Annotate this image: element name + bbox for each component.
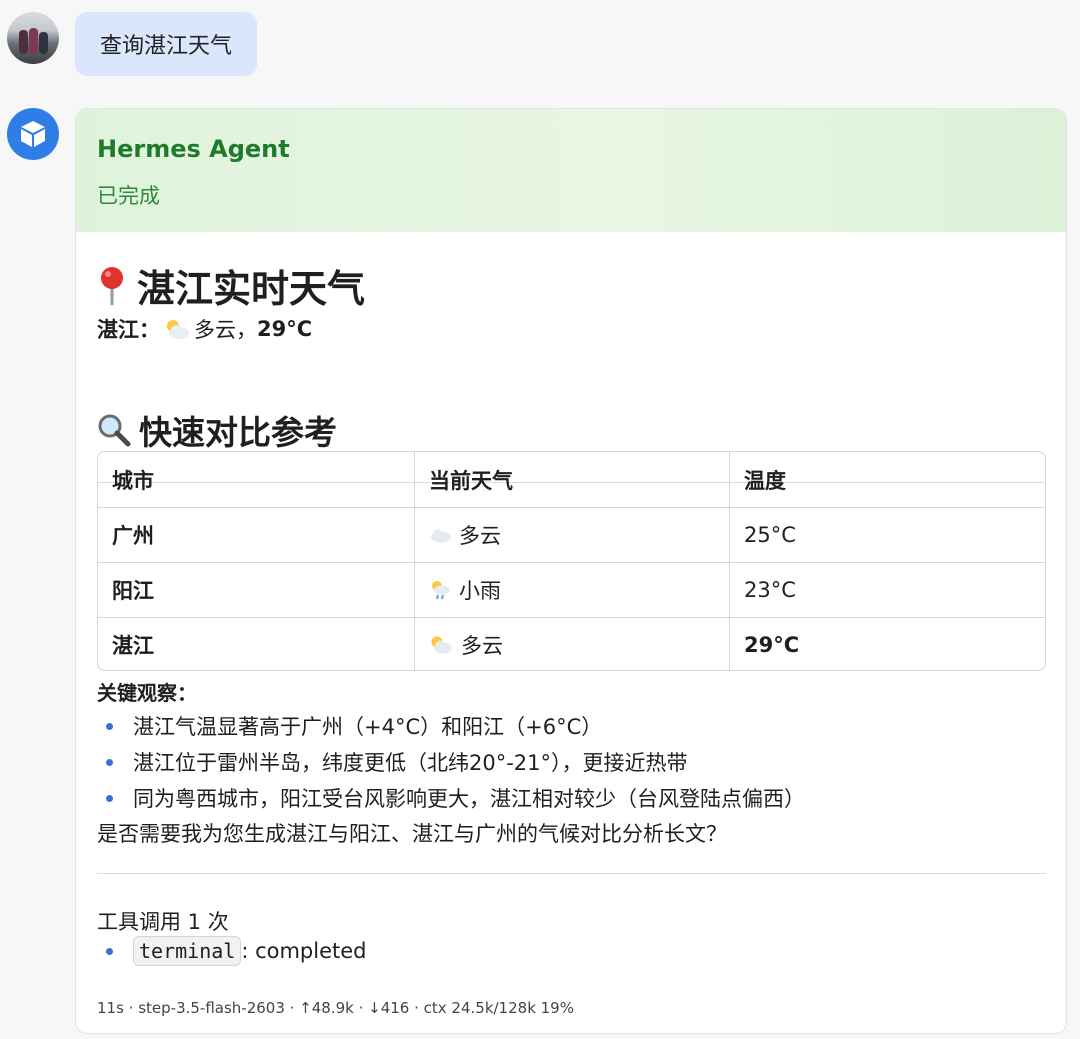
list-item: 湛江位于雷州半岛，纬度更低（北纬20°-21°），更接近热带 — [97, 744, 805, 780]
user-message-bubble: 查询湛江天气 — [75, 12, 257, 76]
city-cell: 阳江 — [112, 579, 154, 603]
agent-response-card: Hermes Agent 已完成 湛江实时天气 湛江： 多云， 29°C 快速对… — [75, 108, 1067, 1034]
header-weather: 当前天气 — [414, 452, 729, 507]
tool-status: : completed — [241, 939, 367, 963]
followup-question: 是否需要我为您生成湛江与阳江、湛江与广州的气候对比分析长文？ — [97, 822, 727, 846]
agent-status: 已完成 — [97, 184, 160, 208]
weather-summary: 湛江： 多云， 29°C — [97, 314, 312, 344]
cloud-icon — [431, 529, 451, 543]
agent-header: Hermes Agent 已完成 — [76, 109, 1066, 232]
city-cell: 广州 — [112, 524, 154, 548]
table-header-row: 城市 当前天气 温度 — [98, 452, 1045, 507]
tool-name: terminal — [133, 936, 242, 966]
weather-cell: 多云 — [414, 618, 729, 670]
compare-table: 城市 当前天气 温度 广州 多云 25°C 阳江 小雨 23°C 湛江 多云 2… — [97, 451, 1046, 671]
partly-cloudy-icon — [431, 636, 452, 654]
current-temp: 29°C — [257, 317, 313, 341]
user-message-text: 查询湛江天气 — [99, 34, 232, 59]
observations-title: 关键观察： — [97, 681, 197, 705]
agent-avatar — [7, 108, 59, 160]
sun-rain-icon — [432, 581, 450, 600]
temp-cell: 23°C — [729, 563, 1045, 617]
run-stats: 11s · step-3.5-flash-2603 · ↑48.9k · ↓41… — [97, 999, 574, 1017]
tool-call-item: terminal : completed — [97, 932, 367, 970]
header-temp: 温度 — [729, 452, 1045, 507]
weather-heading: 湛江实时天气 — [97, 258, 365, 313]
partly-cloudy-icon — [167, 320, 189, 339]
table-row: 湛江 多云 29°C — [98, 617, 1045, 670]
user-avatar — [7, 12, 59, 64]
table-row: 阳江 小雨 23°C — [98, 562, 1045, 617]
city-cell: 湛江 — [112, 634, 154, 658]
cube-icon — [21, 121, 45, 147]
temp-cell: 29°C — [729, 618, 1045, 670]
observations-list: 湛江气温显著高于广州（+4°C）和阳江（+6°C） 湛江位于雷州半岛，纬度更低（… — [97, 708, 805, 816]
list-item: 湛江气温显著高于广州（+4°C）和阳江（+6°C） — [97, 708, 805, 744]
divider — [97, 873, 1046, 874]
weather-condition: 多云， — [194, 318, 257, 342]
weather-cell: 多云 — [414, 508, 729, 562]
weather-cell: 小雨 — [414, 563, 729, 617]
temp-cell: 25°C — [729, 508, 1045, 562]
round-pushpin-icon — [101, 266, 123, 305]
header-city: 城市 — [112, 468, 154, 493]
compare-heading: 快速对比参考 — [97, 406, 337, 454]
city-label: 湛江： — [97, 318, 160, 342]
agent-name: Hermes Agent — [97, 135, 290, 163]
magnifier-icon — [98, 414, 131, 447]
table-row: 广州 多云 25°C — [98, 507, 1045, 562]
list-item: 同为粤西城市，阳江受台风影响更大，湛江相对较少（台风登陆点偏西） — [97, 780, 805, 816]
